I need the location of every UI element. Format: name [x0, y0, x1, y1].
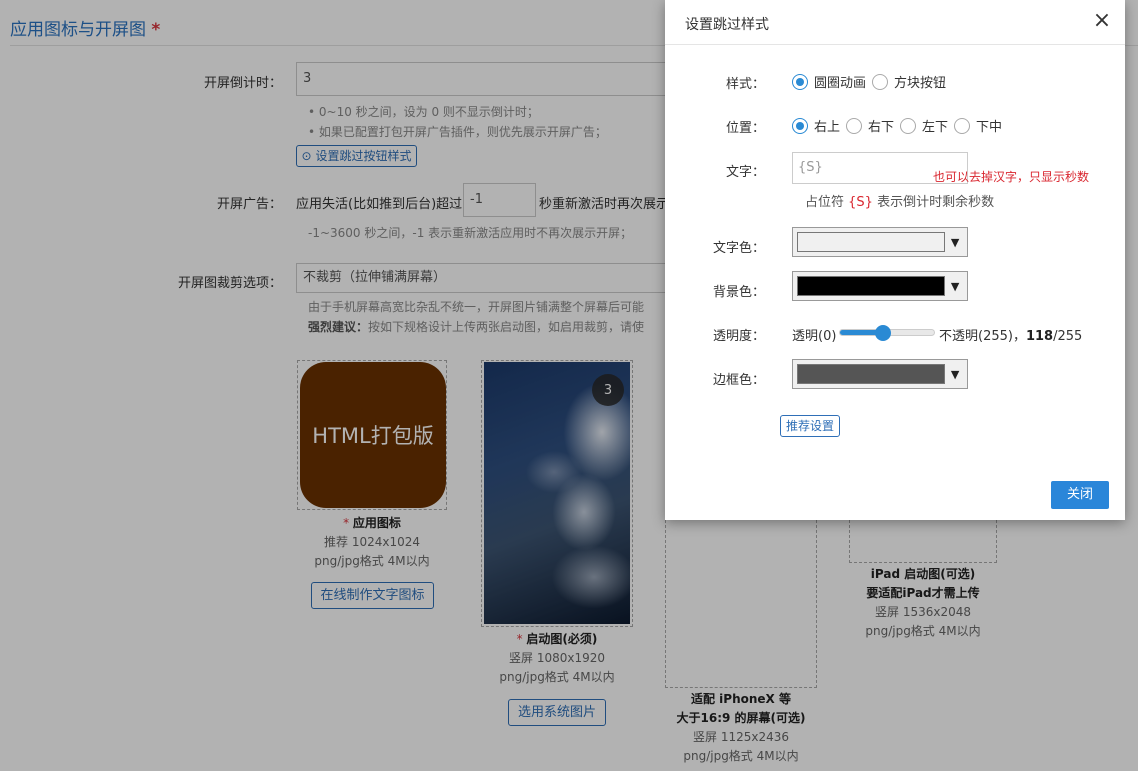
bg-color-picker[interactable]: ▼: [792, 271, 968, 301]
opacity-readout: 不透明(255)，118/255: [939, 329, 1083, 344]
close-icon[interactable]: ×: [1091, 10, 1113, 32]
opacity-label: 透明度：: [712, 329, 765, 344]
border-color-picker[interactable]: ▼: [792, 359, 968, 389]
border-color-swatch: [797, 364, 946, 384]
position-label: 位置：: [725, 121, 765, 136]
border-color-label: 边框色：: [712, 373, 765, 388]
style-label: 样式：: [725, 77, 765, 92]
caret-down-icon: ▼: [950, 235, 960, 249]
style-radio-group: 圆圈动画 方块按钮: [792, 72, 952, 91]
radio-style-circle[interactable]: [792, 73, 808, 90]
radio-position-bottom-left[interactable]: [900, 117, 917, 134]
radio-position-top-right[interactable]: [792, 117, 808, 134]
skip-style-dialog: 设置跳过样式 × 样式： 圆圈动画 方块按钮 位置： 右上 右下 左下 下中 文…: [665, 0, 1125, 520]
caret-down-icon: ▼: [950, 367, 960, 381]
radio-position-bottom-right[interactable]: [846, 117, 863, 134]
recommend-settings-button[interactable]: 推荐设置: [780, 415, 840, 437]
dialog-header-divider: [665, 44, 1125, 45]
text-color-label: 文字色：: [712, 241, 765, 256]
text-color-picker[interactable]: ▼: [792, 227, 968, 257]
text-red-note: 也可以去掉汉字，只显示秒数: [933, 170, 1090, 184]
bg-color-swatch: [797, 276, 946, 296]
dialog-title: 设置跳过样式: [685, 17, 769, 33]
opacity-slider-thumb[interactable]: [875, 325, 892, 341]
position-radio-group: 右上 右下 左下 下中: [792, 116, 1008, 135]
radio-style-square[interactable]: [872, 73, 889, 90]
opacity-min-label: 透明(0): [792, 329, 837, 344]
placeholder-note: 占位符 {S} 表示倒计时剩余秒数: [805, 195, 995, 210]
radio-position-bottom-center[interactable]: [954, 117, 971, 134]
close-button[interactable]: 关闭: [1051, 481, 1109, 509]
caret-down-icon: ▼: [950, 279, 960, 293]
text-label: 文字：: [725, 165, 765, 180]
text-color-swatch: [797, 232, 946, 252]
bg-color-label: 背景色：: [712, 285, 765, 300]
